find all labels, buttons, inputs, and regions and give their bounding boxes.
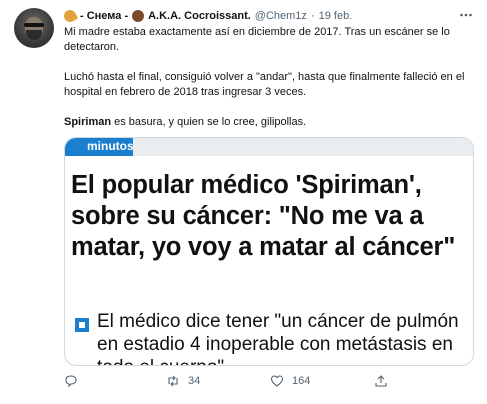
tweet-paragraph-2: Luchó hasta el final, consiguió volver a…	[64, 71, 465, 98]
retweet-icon	[166, 374, 180, 388]
retweet-count: 34	[188, 375, 201, 387]
handle[interactable]: @Chem1z	[255, 10, 307, 22]
tweet-header: - Снема - A.K.A. Cocroissant. @Chem1z · …	[61, 7, 457, 25]
coconut-icon	[132, 10, 145, 22]
more-horizontal-icon[interactable]	[459, 8, 473, 22]
share-icon	[374, 374, 388, 388]
avatar[interactable]	[14, 8, 54, 48]
croissant-icon	[61, 7, 79, 25]
tweet[interactable]: - Снема - A.K.A. Cocroissant. @Chem1z · …	[0, 0, 487, 404]
mention-spiriman: Spiriman	[64, 116, 112, 128]
tweet-paragraph-3: Spiriman es basura, y quien se lo cree, …	[64, 115, 474, 130]
like-count: 164	[292, 375, 311, 387]
bullet-square-icon	[75, 318, 89, 332]
retweet-action[interactable]: 34	[166, 374, 270, 388]
display-name[interactable]: - Снема -	[80, 10, 128, 22]
tweet-paragraph-1: Mi madre estaba exactamente así en dicie…	[64, 26, 450, 53]
heart-icon	[270, 374, 284, 388]
share-action[interactable]	[374, 374, 388, 388]
tweet-date[interactable]: 19 feb.	[319, 10, 353, 22]
reply-icon	[64, 374, 78, 388]
tweet-paragraph-3-rest: es basura, y quien se lo cree, gilipolla…	[111, 116, 307, 128]
media-source-tag: minutos	[65, 138, 134, 156]
like-action[interactable]: 164	[270, 374, 374, 388]
tweet-actions: 34 164	[64, 372, 424, 390]
tweet-text: Mi madre estaba exactamente así en dicie…	[64, 25, 474, 145]
avatar-beard	[26, 30, 42, 40]
media-subline: El médico dice tener "un cáncer de pulmó…	[97, 311, 459, 365]
media-image[interactable]: minutos El popular médico 'Spiriman', so…	[64, 137, 474, 366]
media-headline: El popular médico 'Spiriman', sobre su c…	[71, 171, 456, 261]
display-name-suffix[interactable]: A.K.A. Cocroissant.	[148, 10, 251, 22]
avatar-glasses	[24, 23, 44, 27]
reply-action[interactable]	[64, 374, 166, 388]
separator: ·	[310, 10, 315, 22]
